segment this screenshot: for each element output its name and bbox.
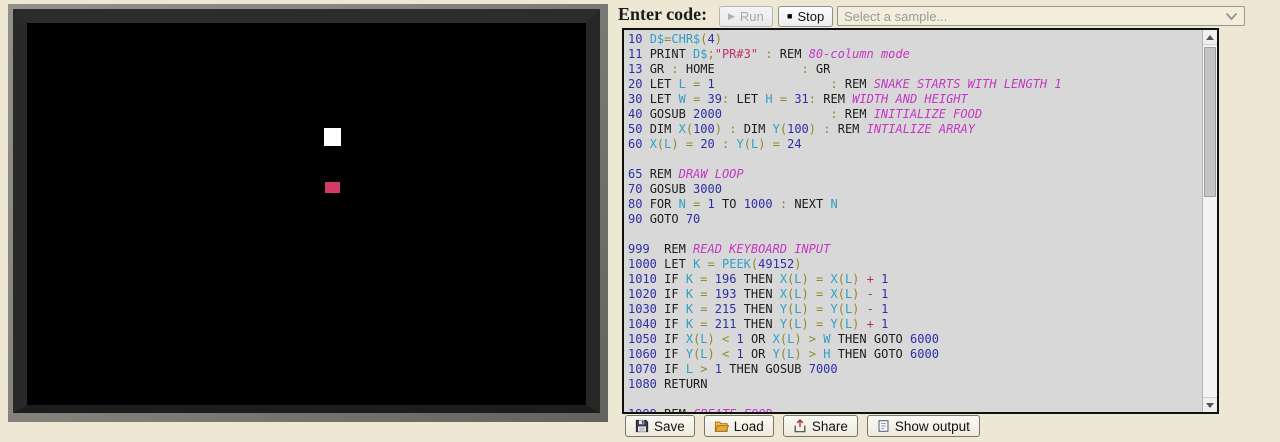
scrollbar-thumb[interactable] — [1204, 47, 1216, 197]
show-output-button-label: Show output — [895, 419, 970, 434]
editor-scrollbar[interactable] — [1202, 30, 1217, 412]
screen-bezel — [13, 9, 600, 413]
snake-block — [324, 128, 341, 146]
folder-icon — [714, 419, 729, 433]
stop-icon: ■ — [787, 12, 792, 21]
code-line — [628, 392, 1202, 407]
code-line: 50 DIM X(100) : DIM Y(100) : REM INTIALI… — [628, 122, 1202, 137]
code-line: 40 GOSUB 2000 : REM INITIALIZE FOOD — [628, 107, 1202, 122]
food-block — [325, 182, 340, 193]
code-line: 1070 IF L > 1 THEN GOSUB 7000 — [628, 362, 1202, 377]
code-line: 60 X(L) = 20 : Y(L) = 24 — [628, 137, 1202, 152]
floppy-icon — [635, 419, 649, 433]
chevron-down-icon — [1225, 12, 1238, 21]
code-line: 1010 IF K = 196 THEN X(L) = X(L) + 1 — [628, 272, 1202, 287]
save-button-label: Save — [654, 419, 685, 434]
output-document-icon — [877, 419, 890, 433]
code-line: 70 GOSUB 3000 — [628, 182, 1202, 197]
code-editor[interactable]: 10 D$=CHR$(4)11 PRINT D$;"PR#3" : REM 80… — [622, 28, 1219, 414]
code-line: 20 LET L = 1 : REM SNAKE STARTS WITH LEN… — [628, 77, 1202, 92]
play-icon: ▶ — [728, 12, 735, 21]
show-output-button[interactable]: Show output — [867, 415, 980, 437]
code-line: 1030 IF K = 215 THEN Y(L) = Y(L) - 1 — [628, 302, 1202, 317]
triangle-up-icon — [1206, 35, 1214, 40]
run-button[interactable]: ▶ Run — [719, 6, 773, 27]
run-button-label: Run — [740, 9, 764, 24]
code-line: 1020 IF K = 193 THEN X(L) = X(L) - 1 — [628, 287, 1202, 302]
triangle-down-icon — [1206, 403, 1214, 408]
load-button[interactable]: Load — [704, 415, 774, 437]
code-content[interactable]: 10 D$=CHR$(4)11 PRINT D$;"PR#3" : REM 80… — [624, 30, 1202, 412]
scroll-up-button[interactable] — [1203, 30, 1217, 45]
code-line: 1050 IF X(L) < 1 OR X(L) > W THEN GOTO 6… — [628, 332, 1202, 347]
footer-toolbar: Save Load Share Show output — [625, 415, 980, 437]
code-line: 65 REM DRAW LOOP — [628, 167, 1202, 182]
code-line: 30 LET W = 39: LET H = 31: REM WIDTH AND… — [628, 92, 1202, 107]
enter-code-label: Enter code: — [618, 4, 707, 25]
code-line: 1060 IF Y(L) < 1 OR Y(L) > H THEN GOTO 6… — [628, 347, 1202, 362]
sample-select-value: Select a sample... — [844, 9, 947, 24]
code-line: 90 GOTO 70 — [628, 212, 1202, 227]
stop-button-label: Stop — [797, 9, 824, 24]
save-button[interactable]: Save — [625, 415, 695, 437]
apple2-monitor — [8, 4, 608, 422]
graphics-screen[interactable] — [27, 23, 586, 405]
code-line: 80 FOR N = 1 TO 1000 : NEXT N — [628, 197, 1202, 212]
scroll-down-button[interactable] — [1203, 397, 1217, 412]
code-line: 11 PRINT D$;"PR#3" : REM 80-column mode — [628, 47, 1202, 62]
code-line: 10 D$=CHR$(4) — [628, 32, 1202, 47]
stop-button[interactable]: ■ Stop — [778, 6, 833, 27]
code-line: 1000 LET K = PEEK(49152) — [628, 257, 1202, 272]
load-button-label: Load — [734, 419, 764, 434]
code-line: 13 GR : HOME : GR — [628, 62, 1202, 77]
sample-select[interactable]: Select a sample... — [837, 6, 1245, 26]
code-line: 1080 RETURN — [628, 377, 1202, 392]
code-line: 1040 IF K = 211 THEN Y(L) = Y(L) + 1 — [628, 317, 1202, 332]
code-line — [628, 152, 1202, 167]
share-icon — [793, 419, 807, 433]
code-line — [628, 227, 1202, 242]
code-line: 999 REM READ KEYBOARD INPUT — [628, 242, 1202, 257]
share-button[interactable]: Share — [783, 415, 858, 437]
code-line: 1999 REM CREATE FOOD — [628, 407, 1202, 412]
share-button-label: Share — [812, 419, 848, 434]
